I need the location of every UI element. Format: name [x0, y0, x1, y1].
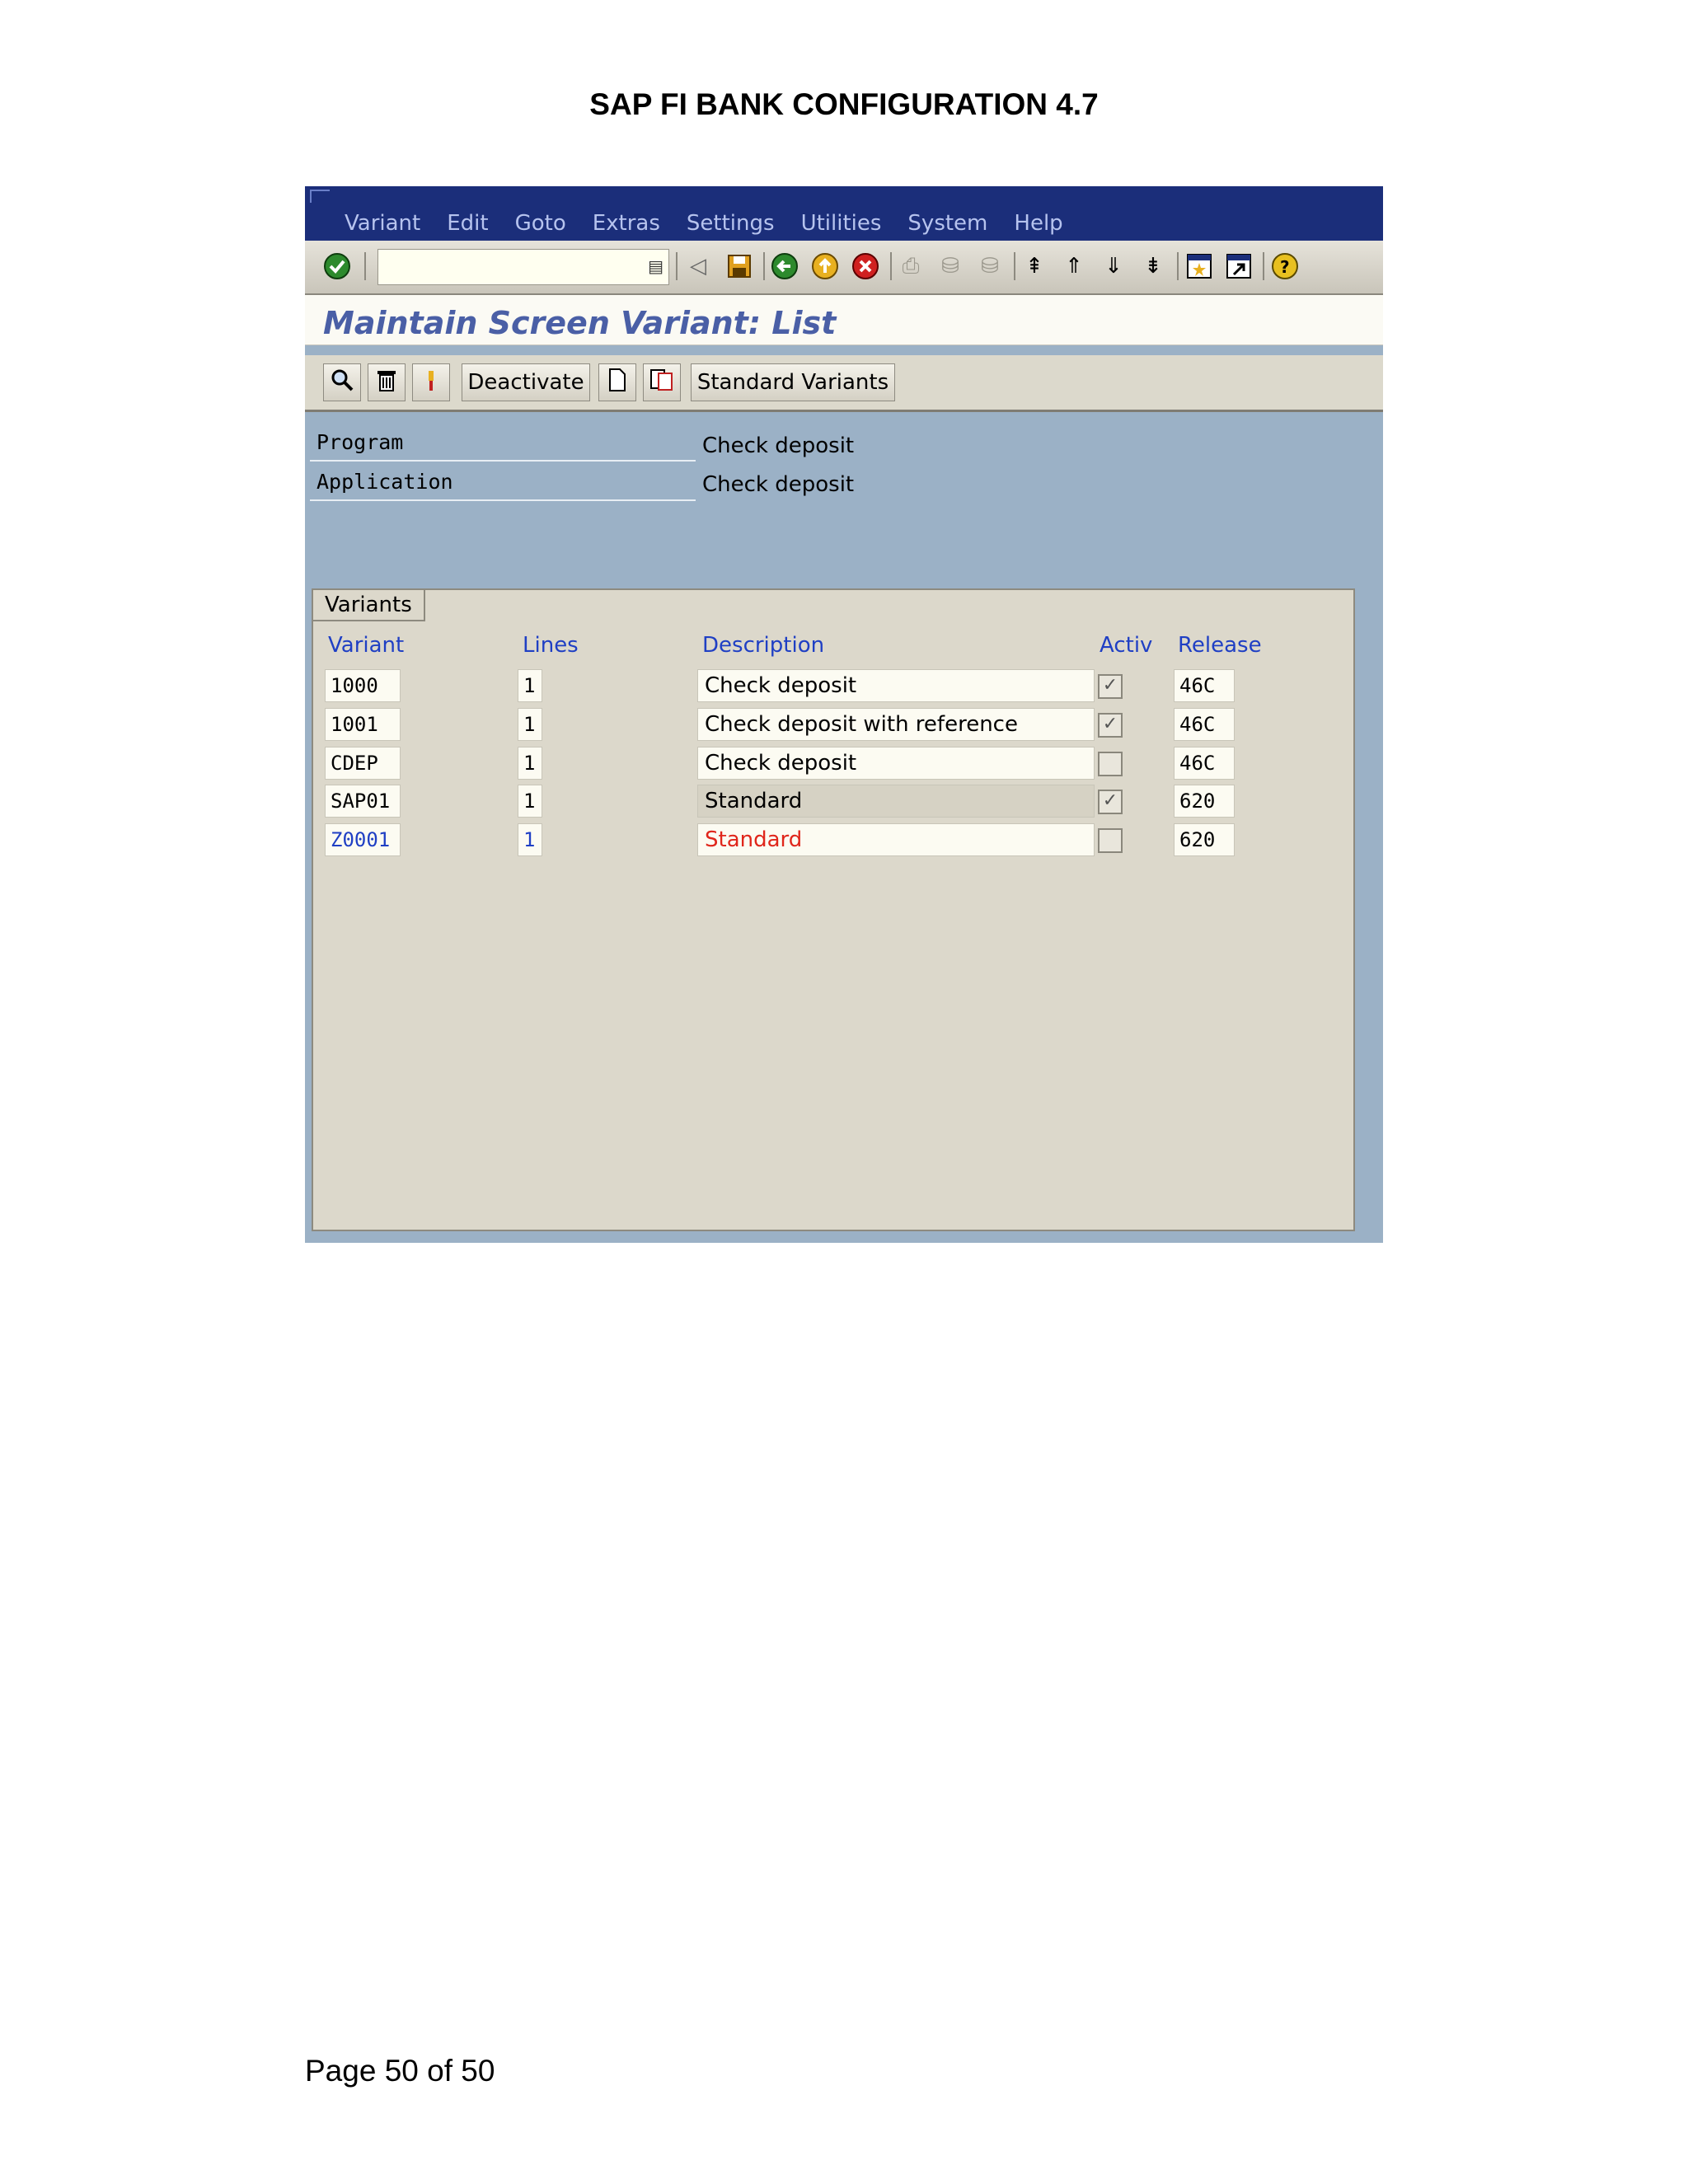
variant-cell[interactable]: 1001: [325, 708, 401, 741]
release-cell[interactable]: 620: [1174, 823, 1235, 856]
print-icon[interactable]: ⎙: [897, 252, 925, 280]
menu-extras[interactable]: Extras: [593, 211, 660, 236]
window-menu-icon[interactable]: [310, 190, 330, 203]
release-cell[interactable]: 46C: [1174, 669, 1235, 702]
back-arrow-icon[interactable]: ◁: [684, 252, 712, 280]
enter-icon[interactable]: [323, 252, 351, 280]
lines-cell[interactable]: 1: [518, 747, 542, 780]
document-title: SAP FI BANK CONFIGURATION 4.7: [589, 87, 1099, 121]
release-cell[interactable]: 620: [1174, 785, 1235, 818]
menu-bar: Variant Edit Goto Extras Settings Utilit…: [305, 186, 1383, 241]
delete-button[interactable]: [368, 363, 406, 401]
page-footer: Page 50 of 50: [305, 2054, 495, 2088]
command-dropdown-icon[interactable]: ▤: [648, 256, 663, 276]
find-next-icon[interactable]: ⛁: [976, 252, 1004, 280]
column-header-release[interactable]: Release: [1178, 633, 1262, 658]
find-icon[interactable]: ⛁: [936, 252, 964, 280]
program-value: Check deposit: [702, 434, 855, 458]
flag-icon: [421, 368, 441, 398]
variant-cell[interactable]: 1000: [325, 669, 401, 702]
application-value: Check deposit: [702, 472, 855, 497]
display-button[interactable]: [323, 363, 361, 401]
last-page-icon[interactable]: ⇟: [1139, 252, 1167, 280]
create-button[interactable]: [598, 363, 636, 401]
screen-title: Maintain Screen Variant: List: [323, 305, 837, 341]
lines-cell[interactable]: 1: [518, 669, 542, 702]
cancel-icon[interactable]: [851, 252, 879, 280]
active-checkbox[interactable]: ✓: [1098, 790, 1123, 814]
lines-cell[interactable]: 1: [518, 708, 542, 741]
application-toolbar: Deactivate Standard Variants: [305, 355, 1383, 412]
column-header-variant[interactable]: Variant: [328, 633, 404, 658]
application-label: Application: [316, 470, 453, 494]
column-header-activ[interactable]: Activ: [1100, 633, 1152, 658]
deactivate-button[interactable]: Deactivate: [462, 363, 590, 401]
variant-cell[interactable]: SAP01: [325, 785, 401, 818]
new-document-icon: [607, 368, 627, 398]
save-icon[interactable]: [725, 252, 753, 280]
release-cell[interactable]: 46C: [1174, 747, 1235, 780]
variants-frame: Variants Variant Lines Description Activ…: [312, 588, 1355, 1231]
lines-cell[interactable]: 1: [518, 823, 542, 856]
menu-utilities[interactable]: Utilities: [801, 211, 882, 236]
release-cell[interactable]: 46C: [1174, 708, 1235, 741]
menu-settings[interactable]: Settings: [687, 211, 775, 236]
next-page-icon[interactable]: ⇓: [1100, 252, 1128, 280]
program-label-row: Program: [310, 425, 696, 462]
sap-window: Variant Edit Goto Extras Settings Utilit…: [305, 186, 1383, 1243]
column-header-description[interactable]: Description: [702, 633, 824, 658]
variant-cell[interactable]: Z0001: [325, 823, 401, 856]
menu-edit[interactable]: Edit: [447, 211, 488, 236]
menu-help[interactable]: Help: [1014, 211, 1062, 236]
create-session-icon[interactable]: [1185, 252, 1213, 280]
trash-icon: [376, 368, 397, 398]
first-page-icon[interactable]: ⇞: [1020, 252, 1048, 280]
copy-button[interactable]: [643, 363, 681, 401]
screen-title-bar: Maintain Screen Variant: List: [305, 295, 1383, 345]
variant-cell[interactable]: CDEP: [325, 747, 401, 780]
active-checkbox[interactable]: ✓: [1098, 713, 1123, 738]
standard-variants-button[interactable]: Standard Variants: [691, 363, 895, 401]
active-checkbox[interactable]: [1098, 828, 1123, 853]
description-cell[interactable]: Check deposit: [697, 747, 1095, 780]
svg-text:?: ?: [1280, 257, 1290, 277]
magnifier-icon: [330, 368, 354, 398]
description-cell[interactable]: Standard: [697, 823, 1095, 856]
menu-goto[interactable]: Goto: [515, 211, 566, 236]
back-icon[interactable]: [771, 252, 799, 280]
program-label: Program: [316, 430, 404, 454]
lines-cell[interactable]: 1: [518, 785, 542, 818]
previous-page-icon[interactable]: ⇑: [1060, 252, 1088, 280]
menu-system[interactable]: System: [907, 211, 987, 236]
description-cell[interactable]: Standard: [697, 785, 1095, 818]
exit-icon[interactable]: [811, 252, 839, 280]
active-checkbox[interactable]: ✓: [1098, 674, 1123, 699]
variants-frame-title: Variants: [313, 590, 425, 621]
shortcut-icon[interactable]: [1225, 252, 1253, 280]
activate-button[interactable]: [412, 363, 450, 401]
application-label-row: Application: [310, 465, 696, 501]
copy-icon: [649, 368, 674, 398]
description-cell[interactable]: Check deposit: [697, 669, 1095, 702]
help-icon[interactable]: ?: [1271, 252, 1299, 280]
column-header-lines[interactable]: Lines: [523, 633, 579, 658]
active-checkbox[interactable]: [1098, 752, 1123, 776]
command-field[interactable]: ▤: [377, 249, 669, 285]
description-cell[interactable]: Check deposit with reference: [697, 708, 1095, 741]
menu-variant[interactable]: Variant: [345, 211, 420, 236]
standard-toolbar: ▤ ◁ ⎙ ⛁ ⛁ ⇞ ⇑ ⇓ ⇟ ?: [305, 241, 1383, 295]
